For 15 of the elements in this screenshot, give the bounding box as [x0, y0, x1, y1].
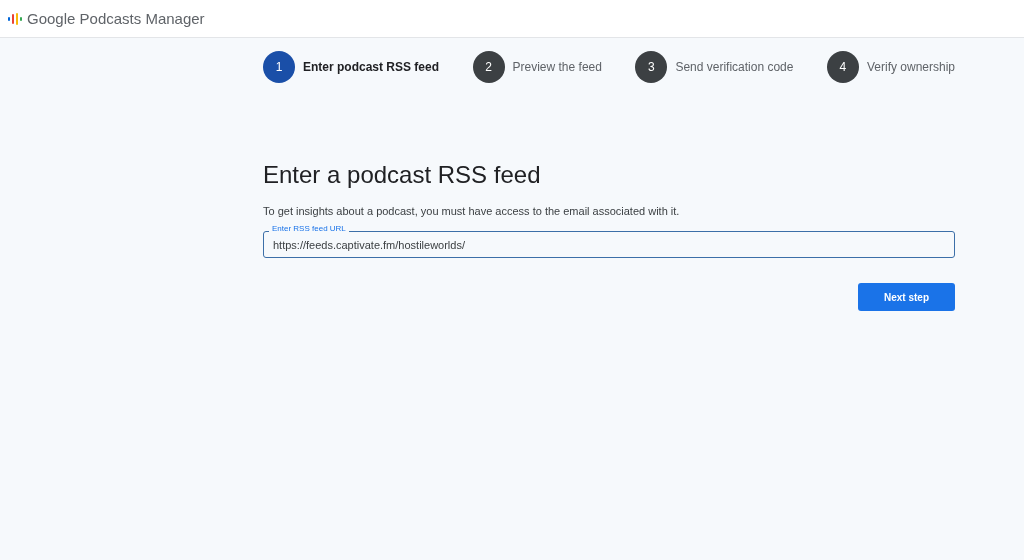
field-label: Enter RSS feed URL: [269, 223, 349, 235]
app-title: Google Podcasts Manager: [27, 10, 205, 27]
description-text: To get insights about a podcast, you must have access to the email associated with it.: [263, 205, 681, 217]
step-number: 4: [826, 51, 859, 83]
rss-url-field[interactable]: https://feeds.captivate.fm/hostileworlds/: [263, 231, 955, 258]
step-label: Send verification code: [675, 60, 794, 74]
step-number: 3: [635, 51, 668, 83]
logo-icon: [8, 12, 22, 25]
step-number: 2: [472, 51, 505, 83]
step-label: Verify ownership: [866, 60, 955, 74]
step-label: Preview the feed: [512, 60, 602, 74]
step-label: Enter podcast RSS feed: [303, 60, 440, 74]
next-step-button[interactable]: Next step: [858, 283, 955, 311]
step-number: 1: [263, 51, 295, 83]
page-heading: Enter a podcast RSS feed: [263, 161, 542, 189]
